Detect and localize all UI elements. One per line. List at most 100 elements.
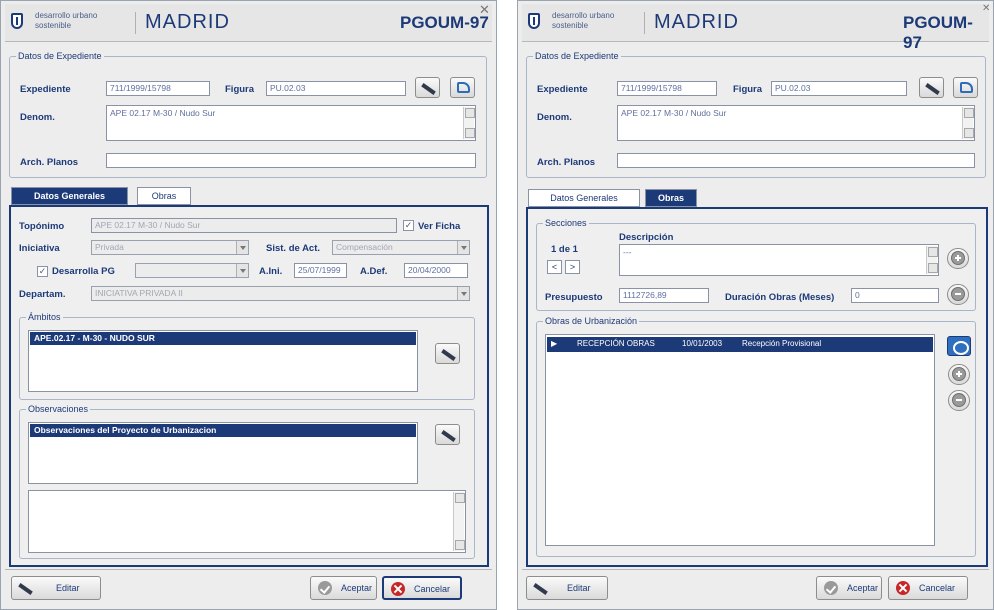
obras-panel: Secciones 1 de 1 < > Descripción --- Pre…	[526, 207, 988, 567]
ambitos-list-item[interactable]: APE.02.17 - M-30 - NUDO SUR	[30, 332, 416, 345]
figura-label: Figura	[733, 84, 763, 95]
close-icon[interactable]: ✕	[982, 3, 990, 14]
presupuesto-label: Presupuesto	[545, 292, 603, 303]
aini-input[interactable]: 25/07/1999	[294, 263, 347, 278]
adef-label: A.Def.	[360, 266, 388, 277]
iniciativa-label: Iniciativa	[19, 243, 60, 254]
denom-scrollbar[interactable]	[962, 107, 974, 139]
ver-ficha-label: Ver Ficha	[418, 221, 461, 232]
expediente-input[interactable]: 711/1999/15798	[106, 81, 210, 96]
edit-figura-button[interactable]	[415, 77, 440, 98]
duracion-input[interactable]: 0	[851, 288, 939, 303]
iniciativa-select[interactable]: Privada	[91, 240, 249, 255]
desarrolla-checkbox[interactable]: ✓	[37, 266, 48, 277]
expediente-group: Datos de Expediente Expediente 711/1999/…	[9, 51, 487, 178]
observaciones-list[interactable]: Observaciones del Proyecto de Urbanizaci…	[28, 422, 418, 484]
ambitos-group: Ámbitos APE.02.17 - M-30 - NUDO SUR	[19, 312, 475, 400]
descripcion-scrollbar[interactable]	[926, 246, 938, 274]
departam-select[interactable]: INICIATIVA PRIVADA II	[91, 286, 470, 301]
edit-button[interactable]: Editar	[526, 576, 608, 600]
edit-button[interactable]: Editar	[11, 576, 101, 600]
accept-button[interactable]: Aceptar	[816, 576, 882, 600]
header-subtitle: desarrollo urbano sostenible	[35, 11, 98, 30]
pencil-icon	[421, 83, 436, 95]
madrid-shield-logo	[528, 13, 540, 29]
obras-grid[interactable]: ▶ RECEPCIÓN OBRAS 10/01/2003 Recepción P…	[545, 334, 935, 546]
cancel-button[interactable]: Cancelar	[888, 576, 968, 600]
next-section-button[interactable]: >	[565, 260, 580, 274]
ver-ficha-checkbox[interactable]: ✓	[403, 220, 414, 231]
document-icon	[960, 82, 973, 93]
obra-name: RECEPCIÓN OBRAS	[577, 339, 655, 348]
document-icon	[457, 82, 470, 93]
remove-section-button[interactable]	[947, 284, 969, 305]
presupuesto-input[interactable]: 1112726,89	[619, 288, 709, 303]
cancel-button-label: Cancelar	[919, 583, 956, 593]
obra-date: 10/01/2003	[682, 339, 723, 348]
tab-datos-generales[interactable]: Datos Generales	[528, 189, 640, 207]
duracion-label: Duración Obras (Meses)	[725, 292, 835, 303]
denom-textarea[interactable]: APE 02.17 M-30 / Nudo Sur	[617, 105, 975, 141]
expediente-input[interactable]: 711/1999/15798	[617, 81, 717, 96]
obras-urbanizacion-group-label: Obras de Urbanización	[543, 316, 640, 326]
secciones-group-label: Secciones	[543, 218, 589, 228]
expediente-group: Datos de Expediente Expediente 711/1999/…	[526, 51, 986, 178]
observaciones-scrollbar[interactable]	[453, 492, 465, 551]
add-icon	[952, 367, 966, 381]
departam-label: Departam.	[19, 289, 66, 300]
header-divider	[644, 12, 645, 34]
ambitos-list[interactable]: APE.02.17 - M-30 - NUDO SUR	[28, 330, 418, 392]
desarrolla-select[interactable]	[135, 263, 249, 278]
accept-button-label: Aceptar	[847, 583, 879, 593]
denom-textarea[interactable]: APE 02.17 M-30 / Nudo Sur	[106, 105, 476, 141]
prev-section-button[interactable]: <	[547, 260, 562, 274]
remove-obra-button[interactable]	[948, 390, 970, 411]
figura-input[interactable]: PU.02.03	[771, 81, 907, 96]
figura-input[interactable]: PU.02.03	[266, 81, 406, 96]
cancel-button[interactable]: Cancelar	[382, 576, 462, 600]
expediente-group-label: Datos de Expediente	[16, 51, 104, 61]
view-ficha-button[interactable]	[953, 77, 978, 98]
view-ficha-button[interactable]	[450, 77, 475, 98]
denom-scrollbar[interactable]	[463, 107, 475, 139]
expediente-label: Expediente	[20, 84, 71, 95]
planos-input[interactable]	[617, 153, 975, 168]
toponimo-input[interactable]: APE 02.17 M-30 / Nudo Sur	[91, 218, 397, 233]
refresh-icon[interactable]	[947, 336, 971, 356]
header-city: MADRID	[145, 11, 230, 33]
remove-icon	[952, 393, 966, 407]
observaciones-list-item[interactable]: Observaciones del Proyecto de Urbanizaci…	[30, 424, 416, 437]
observaciones-textarea[interactable]	[28, 490, 466, 553]
adef-input[interactable]: 20/04/2000	[404, 263, 468, 278]
expediente-group-label: Datos de Expediente	[533, 51, 621, 61]
edit-figura-button[interactable]	[919, 77, 944, 98]
planos-input[interactable]	[106, 153, 476, 168]
tab-datos-generales[interactable]: Datos Generales	[11, 187, 128, 205]
close-icon[interactable]: ✕	[479, 2, 490, 18]
pencil-icon	[925, 83, 940, 95]
add-section-button[interactable]	[947, 248, 969, 269]
madrid-shield-logo	[11, 13, 23, 29]
obras-grid-row[interactable]: ▶ RECEPCIÓN OBRAS 10/01/2003 Recepción P…	[547, 337, 933, 352]
check-icon	[824, 581, 838, 595]
descripcion-textarea[interactable]: ---	[619, 244, 939, 276]
header-banner: desarrollo urbano sostenible MADRID PGOU…	[522, 3, 990, 52]
accept-button[interactable]: Aceptar	[310, 576, 377, 600]
remove-icon	[951, 287, 965, 301]
window-datos-generales: desarrollo urbano sostenible MADRID PGOU…	[0, 0, 497, 610]
planos-label: Arch. Planos	[20, 157, 79, 168]
iniciativa-value: Privada	[95, 242, 124, 252]
accept-button-label: Aceptar	[341, 583, 373, 593]
chevron-down-icon	[457, 241, 469, 254]
sist-act-value: Compensación	[336, 242, 393, 252]
edit-observaciones-button[interactable]	[435, 424, 460, 445]
aini-label: A.Ini.	[259, 266, 283, 277]
tab-obras[interactable]: Obras	[645, 189, 697, 207]
edit-ambitos-button[interactable]	[435, 343, 460, 364]
denom-value: APE 02.17 M-30 / Nudo Sur	[110, 108, 216, 118]
tab-obras[interactable]: Obras	[137, 187, 191, 205]
pencil-icon	[533, 583, 548, 595]
add-obra-button[interactable]	[948, 364, 970, 385]
sist-act-select[interactable]: Compensación	[332, 240, 470, 255]
expediente-label: Expediente	[537, 84, 588, 95]
